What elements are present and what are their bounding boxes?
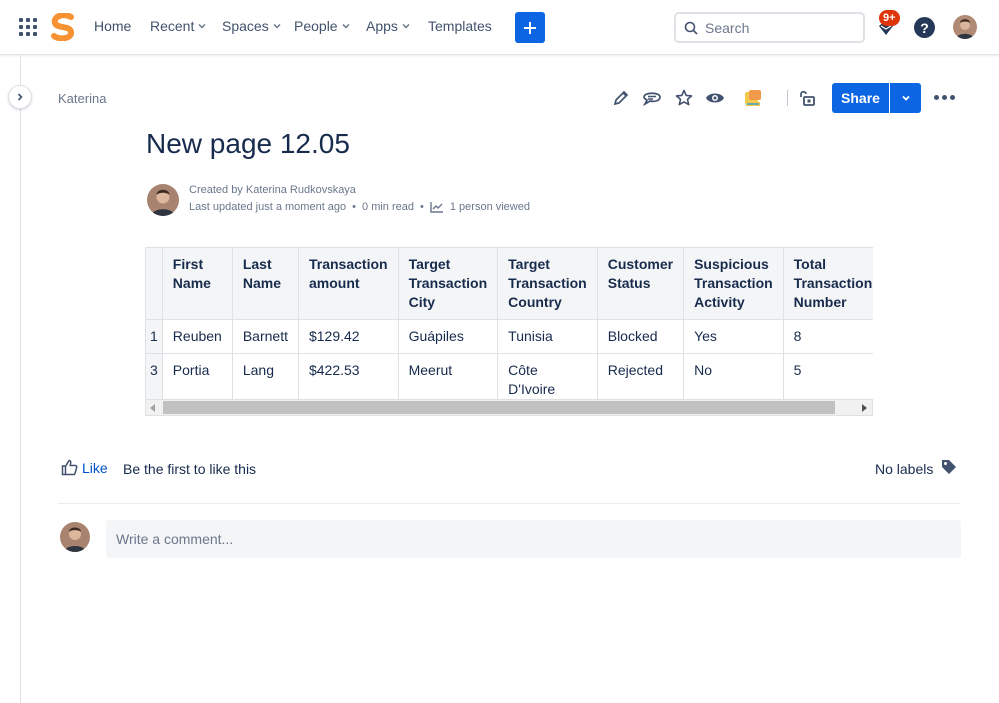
- restrictions-icon[interactable]: [797, 88, 817, 108]
- like-button[interactable]: Like: [61, 459, 108, 476]
- table-header-cell: First Name: [161, 247, 233, 320]
- watch-icon[interactable]: [705, 88, 725, 108]
- page-metadata: Last updated just a moment ago • 0 min r…: [189, 201, 530, 213]
- commenter-avatar: [60, 522, 90, 552]
- comment-input[interactable]: Write a comment...: [106, 520, 961, 558]
- star-icon[interactable]: [674, 88, 694, 108]
- table-row: 1 Reuben Barnett $129.42 Guápiles Tunisi…: [145, 319, 873, 354]
- notification-badge: 9+: [879, 10, 900, 26]
- table-cell: 8: [782, 319, 873, 354]
- tag-icon[interactable]: [941, 459, 957, 480]
- author-avatar[interactable]: [147, 184, 179, 216]
- analytics-icon: [430, 202, 443, 213]
- page-title: New page 12.05: [146, 128, 350, 159]
- row-number-cell: 1: [145, 319, 163, 354]
- data-table-container: First Name Last Name Transaction amount …: [145, 247, 873, 399]
- nav-spaces[interactable]: Spaces: [222, 18, 282, 34]
- table-cell: Tunisia: [497, 319, 598, 354]
- table-header-cell: [145, 247, 163, 320]
- chevron-down-icon: [901, 95, 910, 101]
- nav-people[interactable]: People: [294, 18, 351, 34]
- table-cell: 5: [782, 353, 873, 399]
- nav-recent[interactable]: Recent: [150, 18, 207, 34]
- labels-text: No labels: [875, 461, 934, 477]
- table-cell: Barnett: [231, 319, 299, 354]
- chevron-down-icon: [402, 23, 410, 29]
- nav-apps[interactable]: Apps: [366, 18, 411, 34]
- profile-avatar[interactable]: [953, 15, 977, 39]
- table-header-cell: Transaction amount: [297, 247, 399, 320]
- app-switcher-icon[interactable]: [19, 18, 37, 36]
- table-cell: Rejected: [596, 353, 685, 399]
- table-cell: Meerut: [397, 353, 499, 399]
- row-number-cell: 3: [145, 353, 163, 399]
- confluence-logo[interactable]: [50, 12, 76, 42]
- table-cell: Portia: [161, 353, 233, 399]
- comment-icon[interactable]: [642, 88, 662, 108]
- data-table: First Name Last Name Transaction amount …: [145, 247, 873, 399]
- like-label: Like: [82, 459, 108, 476]
- last-updated-text: Last updated just a moment ago: [189, 201, 347, 213]
- table-cell: Reuben: [161, 319, 233, 354]
- share-dropdown-button[interactable]: [890, 83, 921, 113]
- share-button[interactable]: Share: [832, 83, 889, 113]
- more-actions-icon[interactable]: [934, 95, 955, 100]
- table-cell: Blocked: [596, 319, 685, 354]
- thumbs-up-icon: [61, 459, 78, 476]
- help-icon[interactable]: ?: [914, 17, 935, 38]
- scroll-right-arrow-icon[interactable]: [862, 404, 867, 412]
- table-cell: Guápiles: [397, 319, 499, 354]
- plus-icon: [524, 21, 536, 34]
- horizontal-scrollbar[interactable]: [145, 399, 873, 416]
- separator-dot: •: [352, 201, 357, 213]
- table-row: 3 Portia Lang $422.53 Meerut Côte D'Ivoi…: [145, 353, 873, 399]
- table-header-cell: Suspicious Transaction Activity: [683, 247, 784, 320]
- toolbar-separator: [787, 90, 788, 106]
- nav-home[interactable]: Home: [94, 18, 131, 34]
- separator-dot: •: [420, 201, 424, 213]
- table-header-cell: Target Transaction Country: [497, 247, 598, 320]
- table-cell: No: [683, 353, 784, 399]
- chevron-down-icon: [198, 23, 206, 29]
- table-header-cell: Total Transaction Number: [782, 247, 873, 320]
- create-button[interactable]: [515, 12, 545, 43]
- top-navigation: Home Recent Spaces People Apps Templates…: [0, 0, 999, 55]
- table-header-cell: Target Transaction City: [397, 247, 499, 320]
- table-header-row: First Name Last Name Transaction amount …: [145, 247, 873, 320]
- table-header-cell: Last Name: [231, 247, 299, 320]
- search-box[interactable]: [674, 12, 865, 43]
- footer-divider: [58, 503, 960, 504]
- comment-placeholder: Write a comment...: [116, 531, 234, 547]
- table-cell: Côte D'Ivoire (Ivory Coast): [497, 353, 598, 399]
- chevron-down-icon: [342, 23, 350, 29]
- like-prompt: Be the first to like this: [123, 461, 257, 477]
- chevron-right-icon: [17, 93, 23, 101]
- views-text[interactable]: 1 person viewed: [450, 201, 530, 213]
- nav-templates[interactable]: Templates: [428, 18, 492, 34]
- search-icon: [684, 21, 698, 35]
- chevron-down-icon: [273, 23, 281, 29]
- created-by-text: Created by Katerina Rudkovskaya: [189, 184, 356, 196]
- table-cell: Yes: [683, 319, 784, 354]
- table-cell: Lang: [231, 353, 299, 399]
- scroll-left-arrow-icon[interactable]: [150, 404, 155, 412]
- search-input[interactable]: [705, 19, 855, 36]
- table-cell: $129.42: [297, 319, 399, 354]
- breadcrumb[interactable]: Katerina: [58, 91, 106, 106]
- table-cell: $422.53: [297, 353, 399, 399]
- expand-sidebar-button[interactable]: [8, 85, 32, 109]
- sidebar-divider: [20, 55, 21, 703]
- scrollbar-thumb[interactable]: [163, 401, 835, 414]
- app-icon[interactable]: [743, 88, 763, 108]
- edit-icon[interactable]: [611, 88, 631, 108]
- table-header-cell: Customer Status: [596, 247, 685, 320]
- read-time-text: 0 min read: [362, 201, 415, 213]
